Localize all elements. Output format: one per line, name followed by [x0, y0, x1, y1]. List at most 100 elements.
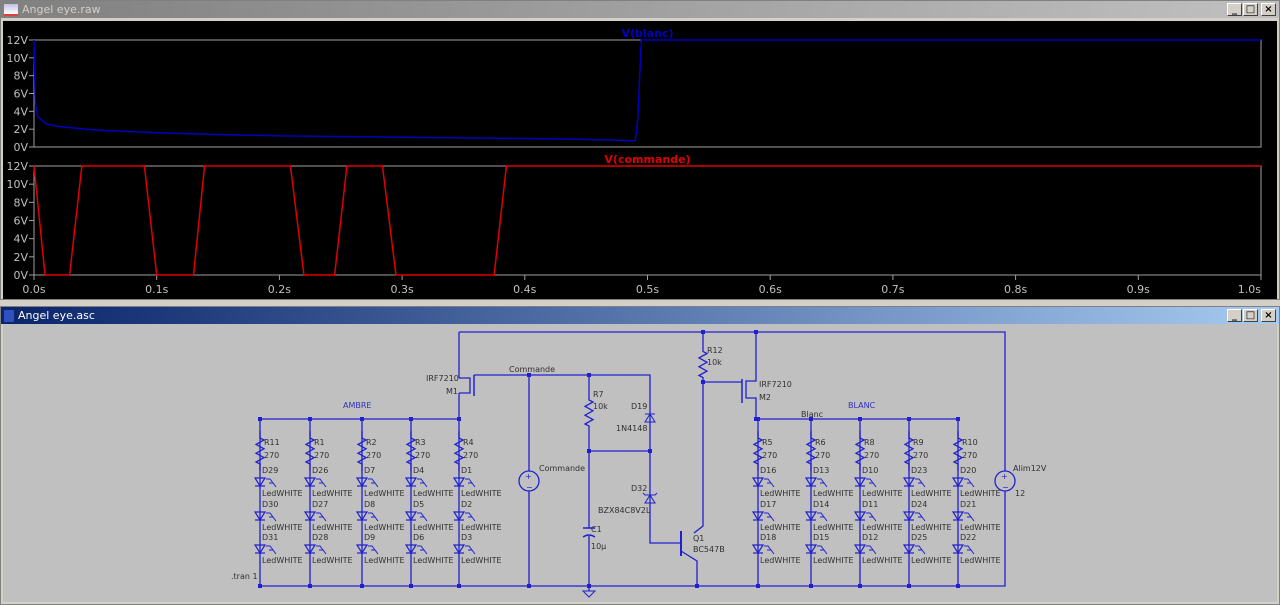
waveform-plot-area[interactable]: 0V 2V 4V 6V 8V 10V 12V V(blanc) 0V 2V 4V 6V 8V 10V 12V…	[3, 21, 1277, 299]
led-name: D9	[364, 533, 375, 542]
q1-emitter	[680, 550, 698, 586]
resistor-name: R4	[463, 438, 474, 447]
led-emission-icon	[964, 545, 975, 555]
led-emission-icon	[368, 512, 379, 522]
resistor-value: 270	[415, 451, 430, 460]
junction-dot	[527, 584, 531, 588]
led-name: D30	[262, 500, 278, 509]
schematic-title-bar[interactable]: Angel eye.asc _ □ ×	[1, 307, 1279, 324]
trace-title: V(blanc)	[622, 27, 674, 40]
junction-dot	[907, 584, 911, 588]
m1-name: M1	[446, 387, 458, 396]
m2-name: M2	[759, 393, 771, 402]
maximize-button[interactable]: □	[1243, 309, 1258, 322]
x-tick-label: 0.1s	[145, 283, 168, 296]
led-model: LedWHITE	[862, 556, 903, 565]
led-name: D4	[413, 466, 424, 475]
resistor-r12	[697, 346, 709, 383]
led-name: D28	[312, 533, 328, 542]
junction-dot	[956, 417, 960, 421]
x-tick-label: 0.8s	[1004, 283, 1027, 296]
led-emission-icon	[465, 545, 476, 555]
junction-dot	[360, 417, 364, 421]
led-emission-icon	[316, 512, 327, 522]
led-model: LedWHITE	[960, 489, 1001, 498]
resistor-value: 270	[366, 451, 381, 460]
led-name: D2	[461, 500, 472, 509]
plot-frame-1	[33, 165, 1262, 276]
waveform-title-bar[interactable]: Angel eye.raw _ □ ×	[1, 1, 1279, 18]
plot-frame-0	[33, 39, 1262, 148]
led-name: D16	[760, 466, 776, 475]
d32-model: BZX84C8V2L	[598, 506, 651, 515]
junction-dot	[858, 417, 862, 421]
schematic-canvas[interactable]: R11 270 D29 LedWHITE D30 LedWHITE D31 LedWHITE R…	[3, 324, 1277, 602]
resistor-value: 270	[264, 451, 279, 460]
led-emission-icon	[465, 478, 476, 488]
zener-wire	[649, 411, 681, 544]
led-emission-icon	[817, 512, 828, 522]
junction-dot	[360, 584, 364, 588]
r12-name: R12	[707, 346, 723, 355]
led-model: LedWHITE	[413, 556, 454, 565]
alim-value: 12	[1015, 489, 1025, 498]
waveform-window-title: Angel eye.raw	[22, 3, 101, 16]
resistor-name: R8	[864, 438, 875, 447]
led-emission-icon	[817, 478, 828, 488]
led-name: D29	[262, 466, 278, 475]
resistor-value: 270	[463, 451, 478, 460]
led-emission-icon	[915, 478, 926, 488]
x-tick-label: 0.7s	[881, 283, 904, 296]
junction-dot	[409, 584, 413, 588]
trace-v-commande-	[33, 165, 1261, 276]
close-button[interactable]: ×	[1261, 3, 1276, 16]
led-model: LedWHITE	[813, 556, 854, 565]
y-tick-label: 12V	[6, 160, 28, 173]
led-name: D3	[461, 533, 472, 542]
led-name: D5	[413, 500, 424, 509]
y-tick-label: 12V	[6, 34, 28, 47]
resistor-r2	[356, 431, 368, 471]
resistor-r3	[405, 431, 417, 471]
spice-directive: .tran 1	[231, 572, 258, 581]
junction-dot	[457, 584, 461, 588]
led-emission-icon	[915, 512, 926, 522]
y-tick-label: 4V	[13, 233, 28, 246]
resistor-r1	[304, 431, 316, 471]
x-tick-label: 0.0s	[22, 283, 45, 296]
led-name: D1	[461, 466, 472, 475]
led-model: LedWHITE	[461, 523, 502, 532]
led-model: LedWHITE	[262, 556, 303, 565]
alim-name: Alim12V	[1013, 464, 1047, 473]
resistor-r10	[952, 431, 964, 471]
led-model: LedWHITE	[813, 523, 854, 532]
led-model: LedWHITE	[911, 523, 952, 532]
led-name: D27	[312, 500, 328, 509]
m2-model: IRF7210	[759, 380, 792, 389]
led-model: LedWHITE	[760, 489, 801, 498]
resistor-name: R10	[962, 438, 978, 447]
led-emission-icon	[866, 545, 877, 555]
close-button[interactable]: ×	[1261, 309, 1276, 322]
x-tick-label: 1.0s	[1238, 283, 1261, 296]
led-emission-icon	[266, 478, 277, 488]
junction-dot	[754, 330, 758, 334]
junction-dot	[956, 584, 960, 588]
minimize-button[interactable]: _	[1227, 309, 1242, 322]
c1-name: C1	[591, 525, 602, 534]
led-name: D31	[262, 533, 278, 542]
y-tick-label: 10V	[6, 52, 28, 65]
led-emission-icon	[316, 478, 327, 488]
led-model: LedWHITE	[312, 489, 353, 498]
led-emission-icon	[417, 478, 428, 488]
led-emission-icon	[866, 478, 877, 488]
net-label-commande: Commande	[509, 365, 555, 374]
maximize-button[interactable]: □	[1243, 3, 1258, 16]
led-emission-icon	[417, 545, 428, 555]
led-model: LedWHITE	[364, 489, 405, 498]
y-tick-label: 2V	[13, 251, 28, 264]
r7-name: R7	[593, 390, 604, 399]
resistor-r11	[254, 431, 266, 471]
minimize-button[interactable]: _	[1227, 3, 1242, 16]
led-name: D10	[862, 466, 878, 475]
